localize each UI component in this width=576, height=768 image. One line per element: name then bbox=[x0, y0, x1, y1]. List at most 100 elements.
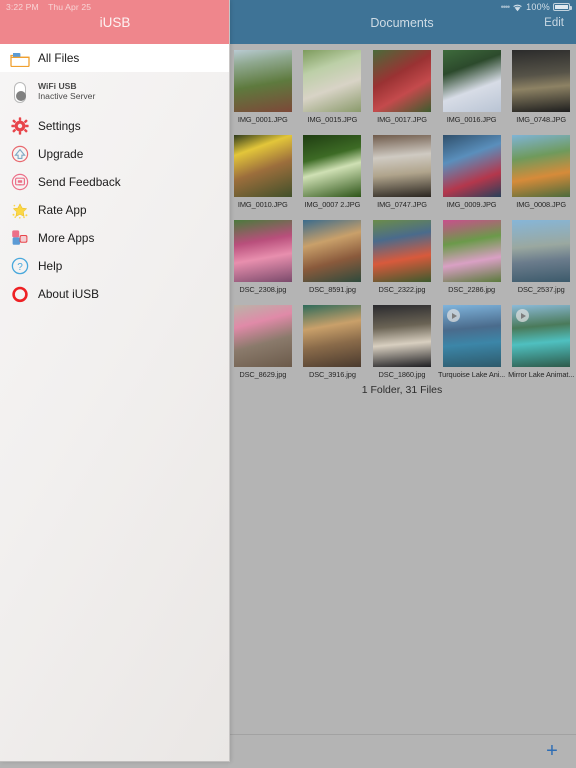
toggle-switch-off-icon[interactable] bbox=[8, 81, 32, 103]
file-name-label: DSC_2537.jpg bbox=[517, 285, 565, 294]
documents-header: •••• 100% Documents Edit bbox=[228, 0, 576, 44]
file-count-summary: 1 Folder, 31 Files bbox=[361, 384, 443, 396]
file-cell[interactable]: DSC_3916.jpg bbox=[298, 299, 368, 384]
file-cell[interactable]: DSC_2322.jpg bbox=[367, 214, 437, 299]
file-name-label: IMG_0001.JPG bbox=[237, 115, 288, 124]
sidebar-item-label: Upgrade bbox=[38, 147, 84, 161]
sidebar-item-label: Rate App bbox=[38, 203, 87, 217]
image-thumbnail[interactable] bbox=[442, 50, 501, 112]
image-thumbnail[interactable] bbox=[372, 135, 431, 197]
file-cell[interactable]: DSC_8591.jpg bbox=[298, 214, 368, 299]
file-name-label: IMG_0010.JPG bbox=[237, 200, 288, 209]
image-thumbnail[interactable] bbox=[512, 220, 571, 282]
file-name-label: DSC_1860.jpg bbox=[378, 370, 426, 379]
file-name-label: DSC_2308.jpg bbox=[239, 285, 287, 294]
sidebar-item-sublabel: Inactive Server bbox=[38, 91, 96, 101]
image-thumbnail[interactable] bbox=[442, 135, 501, 197]
file-cell[interactable]: Turquoise Lake Ani... bbox=[437, 299, 507, 384]
apps-grid-icon bbox=[8, 227, 32, 249]
file-cell[interactable]: DSC_2308.jpg bbox=[228, 214, 298, 299]
file-cell[interactable]: IMG_0747.JPG bbox=[367, 129, 437, 214]
sidebar: 3:22 PM Thu Apr 25 iUSB All Files WiFi US… bbox=[0, 0, 230, 762]
battery-percent-label: 100% bbox=[526, 2, 550, 12]
image-thumbnail[interactable] bbox=[512, 135, 571, 197]
file-cell[interactable]: IMG_0748.JPG bbox=[506, 44, 576, 129]
file-grid: IMG_0001.JPG IMG_0015.JPG IMG_0017.JPG IMG_… bbox=[228, 44, 576, 384]
file-cell[interactable]: Mirror Lake Animat... bbox=[506, 299, 576, 384]
video-thumbnail[interactable] bbox=[512, 305, 571, 367]
file-name-label: DSC_3916.jpg bbox=[308, 370, 356, 379]
sidebar-item-help[interactable]: ? Help bbox=[0, 252, 229, 280]
file-cell[interactable]: IMG_0016.JPG bbox=[437, 44, 507, 129]
wifi-icon bbox=[512, 3, 523, 12]
status-date: Thu Apr 25 bbox=[48, 2, 92, 12]
file-cell[interactable]: IMG_0015.JPG bbox=[298, 44, 368, 129]
sidebar-item-rate-app[interactable]: Rate App bbox=[0, 196, 229, 224]
file-name-label: IMG_0008.JPG bbox=[516, 200, 567, 209]
sidebar-menu: All Files WiFi USB Inactive Server Settings… bbox=[0, 44, 229, 308]
file-name-label: IMG_0747.JPG bbox=[377, 200, 427, 209]
image-thumbnail[interactable] bbox=[233, 135, 292, 197]
image-thumbnail[interactable] bbox=[372, 305, 431, 367]
file-cell[interactable]: DSC_2286.jpg bbox=[437, 214, 507, 299]
status-bar-right: •••• 100% bbox=[501, 2, 572, 12]
image-thumbnail[interactable] bbox=[512, 50, 571, 112]
status-bar-left: 3:22 PM Thu Apr 25 bbox=[6, 2, 98, 12]
sidebar-item-label: All Files bbox=[38, 51, 80, 65]
feedback-icon bbox=[8, 171, 32, 193]
battery-icon bbox=[553, 3, 572, 11]
sidebar-item-wifi-usb[interactable]: WiFi USB Inactive Server bbox=[0, 78, 229, 106]
sidebar-item-send-feedback[interactable]: Send Feedback bbox=[0, 168, 229, 196]
file-cell[interactable]: DSC_1860.jpg bbox=[367, 299, 437, 384]
sidebar-item-all-files[interactable]: All Files bbox=[0, 44, 229, 72]
file-cell[interactable]: IMG_0009.JPG bbox=[437, 129, 507, 214]
image-thumbnail[interactable] bbox=[233, 50, 292, 112]
sidebar-header: 3:22 PM Thu Apr 25 iUSB bbox=[0, 0, 229, 44]
status-time: 3:22 PM bbox=[6, 2, 39, 12]
sidebar-item-label: Settings bbox=[38, 119, 81, 133]
file-name-label: DSC_8591.jpg bbox=[308, 285, 356, 294]
file-cell[interactable]: DSC_2537.jpg bbox=[506, 214, 576, 299]
video-thumbnail[interactable] bbox=[442, 305, 501, 367]
sidebar-item-more-apps[interactable]: More Apps bbox=[0, 224, 229, 252]
play-icon[interactable] bbox=[516, 309, 530, 322]
file-grid-row: IMG_0010.JPG IMG_0007 2.JPG IMG_0747.JPG IM… bbox=[228, 129, 576, 214]
play-icon[interactable] bbox=[446, 309, 460, 322]
file-cell[interactable]: DSC_8629.jpg bbox=[228, 299, 298, 384]
image-thumbnail[interactable] bbox=[442, 220, 501, 282]
file-grid-row: IMG_0001.JPG IMG_0015.JPG IMG_0017.JPG IMG_… bbox=[228, 44, 576, 129]
app-title: iUSB bbox=[99, 15, 131, 30]
image-thumbnail[interactable] bbox=[303, 135, 362, 197]
sidebar-item-textblock: WiFi USB Inactive Server bbox=[38, 81, 96, 102]
edit-button[interactable]: Edit bbox=[544, 17, 564, 29]
sidebar-item-label: More Apps bbox=[38, 231, 95, 245]
app-root: •••• 100% Documents Edit IMG_0001.JPG IMG… bbox=[0, 0, 576, 768]
file-cell[interactable]: IMG_0001.JPG bbox=[228, 44, 298, 129]
gear-icon bbox=[8, 115, 32, 137]
image-thumbnail[interactable] bbox=[303, 305, 362, 367]
file-name-label: DSC_2286.jpg bbox=[448, 285, 496, 294]
star-icon bbox=[8, 199, 32, 221]
file-cell[interactable]: IMG_0010.JPG bbox=[228, 129, 298, 214]
image-thumbnail[interactable] bbox=[303, 50, 362, 112]
sidebar-item-upgrade[interactable]: Upgrade bbox=[0, 140, 229, 168]
file-name-label: IMG_0009.JPG bbox=[446, 200, 497, 209]
plus-icon[interactable]: + bbox=[542, 741, 562, 762]
sidebar-item-label: About iUSB bbox=[38, 287, 99, 301]
file-name-label: Turquoise Lake Ani... bbox=[438, 370, 506, 379]
image-thumbnail[interactable] bbox=[303, 220, 362, 282]
image-thumbnail[interactable] bbox=[372, 220, 431, 282]
image-thumbnail[interactable] bbox=[233, 220, 292, 282]
file-name-label: IMG_0015.JPG bbox=[307, 115, 358, 124]
upgrade-arrow-icon bbox=[8, 143, 32, 165]
file-name-label: IMG_0017.JPG bbox=[377, 115, 427, 124]
file-cell[interactable]: IMG_0008.JPG bbox=[506, 129, 576, 214]
sidebar-item-about-iusb[interactable]: About iUSB bbox=[0, 280, 229, 308]
image-thumbnail[interactable] bbox=[372, 50, 431, 112]
file-cell[interactable]: IMG_0017.JPG bbox=[367, 44, 437, 129]
sidebar-item-settings[interactable]: Settings bbox=[0, 112, 229, 140]
file-name-label: IMG_0007 2.JPG bbox=[304, 200, 361, 209]
image-thumbnail[interactable] bbox=[233, 305, 292, 367]
folder-icon bbox=[8, 47, 32, 69]
file-cell[interactable]: IMG_0007 2.JPG bbox=[298, 129, 368, 214]
